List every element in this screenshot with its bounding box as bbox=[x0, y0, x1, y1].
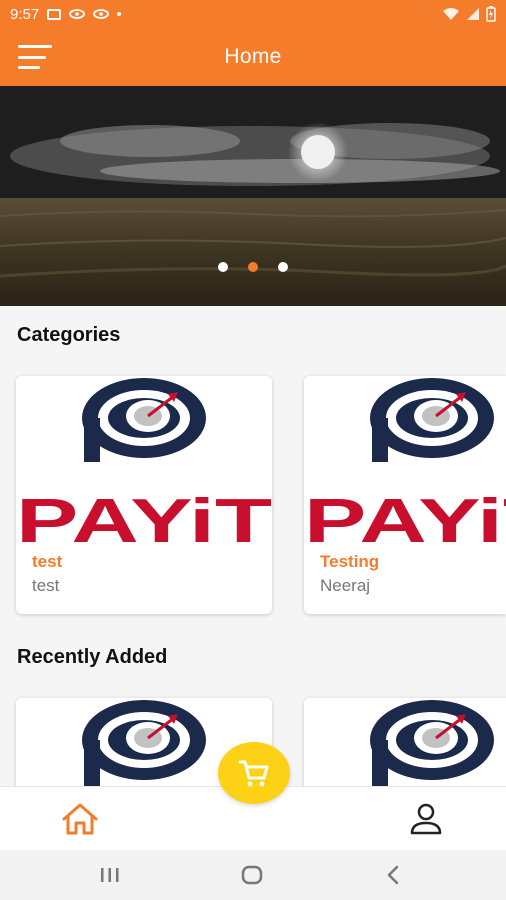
card-logo-text: PAYiT bbox=[304, 487, 506, 544]
banner-image bbox=[0, 86, 506, 306]
eye-notification-icon-2 bbox=[93, 9, 110, 19]
recent-apps-button[interactable] bbox=[98, 864, 122, 891]
menu-line bbox=[18, 55, 46, 59]
payit-logo-image: PAYiT bbox=[16, 378, 272, 544]
cart-button[interactable] bbox=[218, 742, 290, 804]
signal-icon bbox=[467, 8, 479, 20]
category-subtitle: Neeraj bbox=[320, 576, 371, 595]
carousel-dot[interactable] bbox=[218, 262, 228, 272]
carousel-dot[interactable] bbox=[278, 262, 288, 272]
category-card[interactable]: PAYiT test test bbox=[16, 376, 272, 614]
card-logo-text: PAYiT bbox=[16, 487, 272, 544]
carousel-indicators bbox=[0, 262, 506, 272]
menu-line bbox=[18, 66, 40, 69]
payit-logo-image: PAYiT bbox=[304, 378, 506, 544]
eye-notification-icon bbox=[69, 9, 86, 19]
recent-item-card[interactable] bbox=[304, 698, 506, 786]
gallery-notification-icon bbox=[47, 8, 62, 20]
battery-charging-icon bbox=[486, 6, 496, 22]
wifi-icon bbox=[443, 8, 459, 20]
category-title: Testing bbox=[320, 552, 380, 571]
recently-added-heading: Recently Added bbox=[17, 646, 168, 668]
system-navigation-bar bbox=[0, 850, 506, 900]
app-bar: Home bbox=[0, 28, 506, 86]
page-title: Home bbox=[224, 45, 282, 68]
profile-icon[interactable] bbox=[408, 801, 444, 842]
status-time: 9:57 bbox=[10, 5, 40, 23]
category-subtitle: test bbox=[32, 576, 60, 595]
banner-carousel[interactable] bbox=[0, 86, 506, 306]
recent-item-logo bbox=[304, 698, 506, 786]
more-notifications-dot bbox=[117, 12, 122, 16]
carousel-dot-active[interactable] bbox=[248, 262, 258, 272]
menu-icon[interactable] bbox=[18, 45, 52, 69]
category-logo: PAYiT bbox=[304, 376, 506, 544]
status-bar: 9:57 bbox=[0, 0, 506, 28]
category-card[interactable]: PAYiT Testing Neeraj bbox=[304, 376, 506, 614]
home-icon[interactable] bbox=[60, 801, 100, 842]
home-button[interactable] bbox=[240, 864, 264, 891]
payit-logo-image bbox=[370, 700, 494, 786]
category-title: test bbox=[32, 552, 63, 571]
cart-icon bbox=[238, 760, 269, 787]
category-logo: PAYiT bbox=[16, 376, 272, 544]
categories-heading: Categories bbox=[17, 324, 121, 346]
menu-line bbox=[18, 45, 52, 48]
back-button[interactable] bbox=[382, 864, 406, 891]
